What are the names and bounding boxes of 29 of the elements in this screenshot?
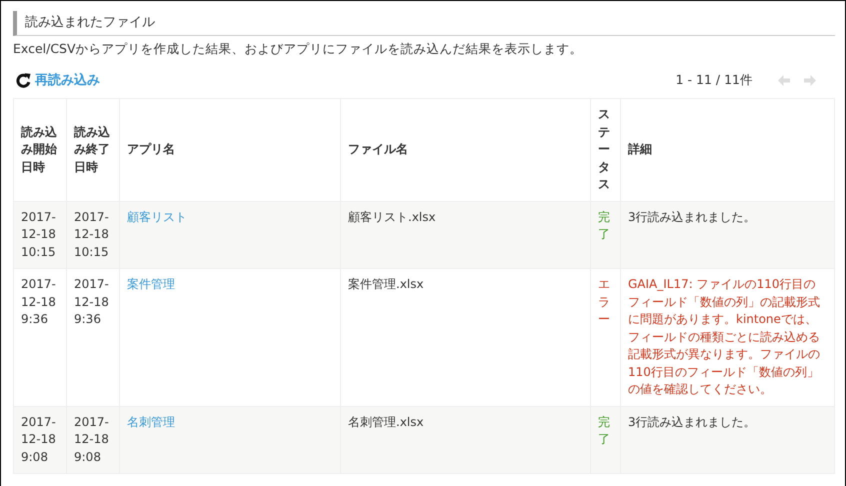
start-datetime: 2017-12-18 9:36 <box>21 277 56 326</box>
column-header: ステータス <box>598 107 610 191</box>
file-name: 案件管理.xlsx <box>348 277 424 291</box>
pager-range: 1 - 11 / 11件 <box>676 72 753 88</box>
file-name: 名刺管理.xlsx <box>348 414 424 428</box>
column-header: 読み込み開始日時 <box>21 124 57 174</box>
column-header: 詳細 <box>628 142 652 156</box>
end-datetime: 2017-12-18 9:36 <box>74 277 109 326</box>
app-name-link[interactable]: 顧客リスト <box>127 210 187 224</box>
column-header: アプリ名 <box>127 142 175 156</box>
end-datetime: 2017-12-18 9:08 <box>74 414 109 464</box>
app-name-link[interactable]: 名刺管理 <box>127 414 175 428</box>
app-name-link[interactable]: 案件管理 <box>127 277 175 291</box>
reload-icon <box>15 72 32 88</box>
reload-link[interactable]: 再読み込み <box>15 71 100 89</box>
status-text: エラー <box>598 277 610 326</box>
file-name: 顧客リスト.xlsx <box>348 210 436 224</box>
description-text: Excel/CSVからアプリを作成した結果、およびアプリにファイルを読み込んだ結果を表示します。 <box>13 41 584 58</box>
detail-text: 3行読み込まれました。 <box>628 210 756 224</box>
column-header: 読み込み終了日時 <box>74 124 110 174</box>
column-header: ファイル名 <box>348 142 408 156</box>
status-text: 完了 <box>598 414 610 446</box>
section-title: 読み込まれたファイル <box>13 11 835 36</box>
start-datetime: 2017-12-18 10:15 <box>21 210 56 258</box>
detail-text: 3行読み込まれました。 <box>628 414 756 428</box>
start-datetime: 2017-12-18 9:08 <box>21 414 56 464</box>
status-text: 完了 <box>598 210 610 241</box>
end-datetime: 2017-12-18 10:15 <box>74 210 109 258</box>
detail-text: GAIA_IL17: ファイルの110行目のフィールド「数値の列」の記載形式に問題があります。kintoneでは、フィールドの種類ごとに読み込める記載形式が異なります。ファイルの110行目のフィールド「数値の列」の値を確認してください。 <box>628 277 820 396</box>
